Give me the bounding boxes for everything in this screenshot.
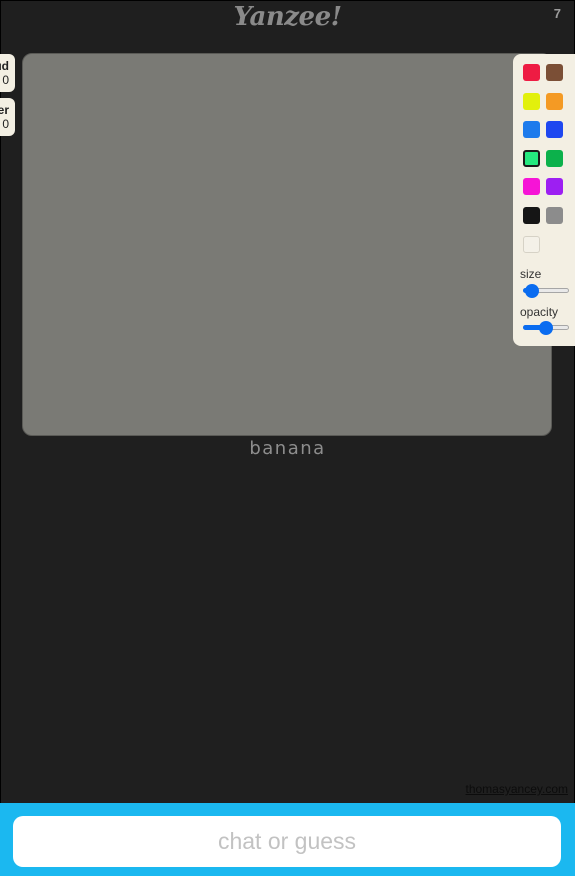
opacity-slider[interactable]	[523, 321, 569, 335]
color-swatch-light-blue[interactable]	[523, 121, 540, 139]
size-slider[interactable]	[523, 284, 569, 298]
round-number: 7	[553, 6, 561, 21]
opacity-slider-thumb[interactable]	[539, 321, 553, 335]
size-slider-thumb[interactable]	[524, 284, 539, 298]
color-swatch-black[interactable]	[523, 207, 540, 224]
color-palette: size opacity	[513, 54, 575, 346]
app-logo: Yanzee!	[233, 2, 342, 32]
chat-input[interactable]	[13, 816, 561, 867]
color-swatch-orange[interactable]	[546, 92, 563, 110]
color-swatch-magenta[interactable]	[523, 178, 540, 196]
secret-word: banana	[249, 438, 326, 459]
color-swatch-green[interactable]	[546, 149, 563, 167]
player-score: 0	[2, 73, 9, 87]
drawing-canvas[interactable]	[22, 53, 552, 436]
player-name: ud	[0, 59, 9, 73]
color-swatch-purple[interactable]	[546, 178, 563, 196]
size-label: size	[520, 267, 542, 281]
credit-link[interactable]: thomasyancey.com	[466, 782, 569, 796]
player-name: er	[0, 103, 9, 117]
player-card: ud 0	[0, 54, 15, 92]
color-swatch-gray[interactable]	[546, 207, 563, 224]
color-swatch-red[interactable]	[523, 64, 540, 81]
player-card: er 0	[0, 98, 15, 136]
chat-bar	[0, 803, 575, 876]
color-swatch-blue[interactable]	[546, 121, 563, 139]
color-swatch-brown[interactable]	[546, 64, 563, 81]
player-score: 0	[2, 117, 9, 131]
color-swatch-white[interactable]	[523, 235, 540, 253]
color-swatch-light-green[interactable]	[523, 149, 540, 167]
color-swatch-yellow[interactable]	[523, 92, 540, 110]
opacity-label: opacity	[520, 305, 559, 319]
